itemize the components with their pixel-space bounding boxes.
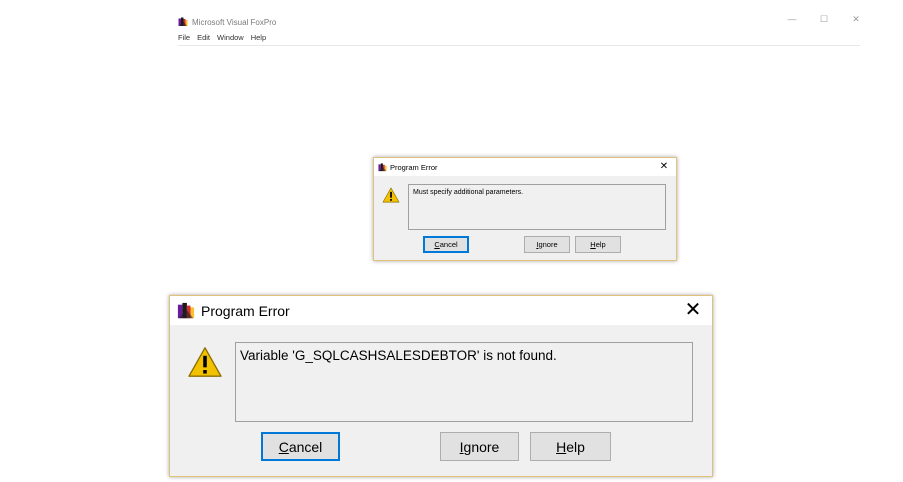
minimize-icon[interactable]: — (786, 14, 798, 25)
error-message: Must specify additional parameters. (413, 189, 524, 196)
menu-edit[interactable]: Edit (197, 33, 210, 45)
cancel-button-label: Cancel (434, 240, 458, 249)
foxpro-logo-icon (177, 302, 195, 320)
warning-icon (382, 187, 400, 203)
warning-icon (187, 346, 223, 378)
close-icon[interactable]: ✕ (678, 296, 708, 325)
ignore-button[interactable]: Ignore (440, 432, 519, 461)
app-title: Microsoft Visual FoxPro (192, 17, 277, 27)
message-box: Must specify additional parameters. (408, 184, 666, 230)
dialog-title: Program Error (201, 302, 290, 319)
foxpro-logo-icon (178, 17, 188, 27)
help-button-label: Help (590, 240, 606, 249)
menu-window[interactable]: Window (217, 33, 244, 45)
dialog-title: Program Error (390, 162, 438, 172)
menubar: File Edit Window Help (178, 33, 860, 46)
program-error-dialog-small: Program Error ✕ Must specify additional … (373, 157, 677, 261)
dialog-titlebar: Program Error ✕ (170, 296, 712, 325)
menu-help[interactable]: Help (251, 33, 266, 45)
ignore-button[interactable]: Ignore (524, 236, 570, 253)
help-button-label: Help (556, 438, 585, 455)
dialog-titlebar: Program Error ✕ (374, 158, 676, 176)
app-titlebar: Microsoft Visual FoxPro (178, 14, 276, 30)
maximize-icon[interactable]: ☐ (818, 14, 830, 25)
cancel-button-label: Cancel (278, 438, 323, 455)
menu-file[interactable]: File (178, 33, 190, 45)
close-icon[interactable]: ✕ (656, 158, 672, 176)
help-button[interactable]: Help (530, 432, 611, 461)
ignore-button-label: Ignore (459, 438, 500, 455)
message-box: Variable 'G_SQLCASHSALESDEBTOR' is not f… (235, 342, 693, 422)
window-controls: — ☐ ✕ (786, 14, 862, 25)
ignore-button-label: Ignore (536, 240, 558, 249)
foxpro-logo-icon (378, 163, 387, 172)
cancel-button[interactable]: Cancel (261, 432, 340, 461)
cancel-button[interactable]: Cancel (423, 236, 469, 253)
program-error-dialog-large: Program Error ✕ Variable 'G_SQLCASHSALES… (169, 295, 713, 477)
help-button[interactable]: Help (575, 236, 621, 253)
error-message: Variable 'G_SQLCASHSALESDEBTOR' is not f… (240, 348, 557, 363)
close-icon[interactable]: ✕ (850, 14, 862, 25)
